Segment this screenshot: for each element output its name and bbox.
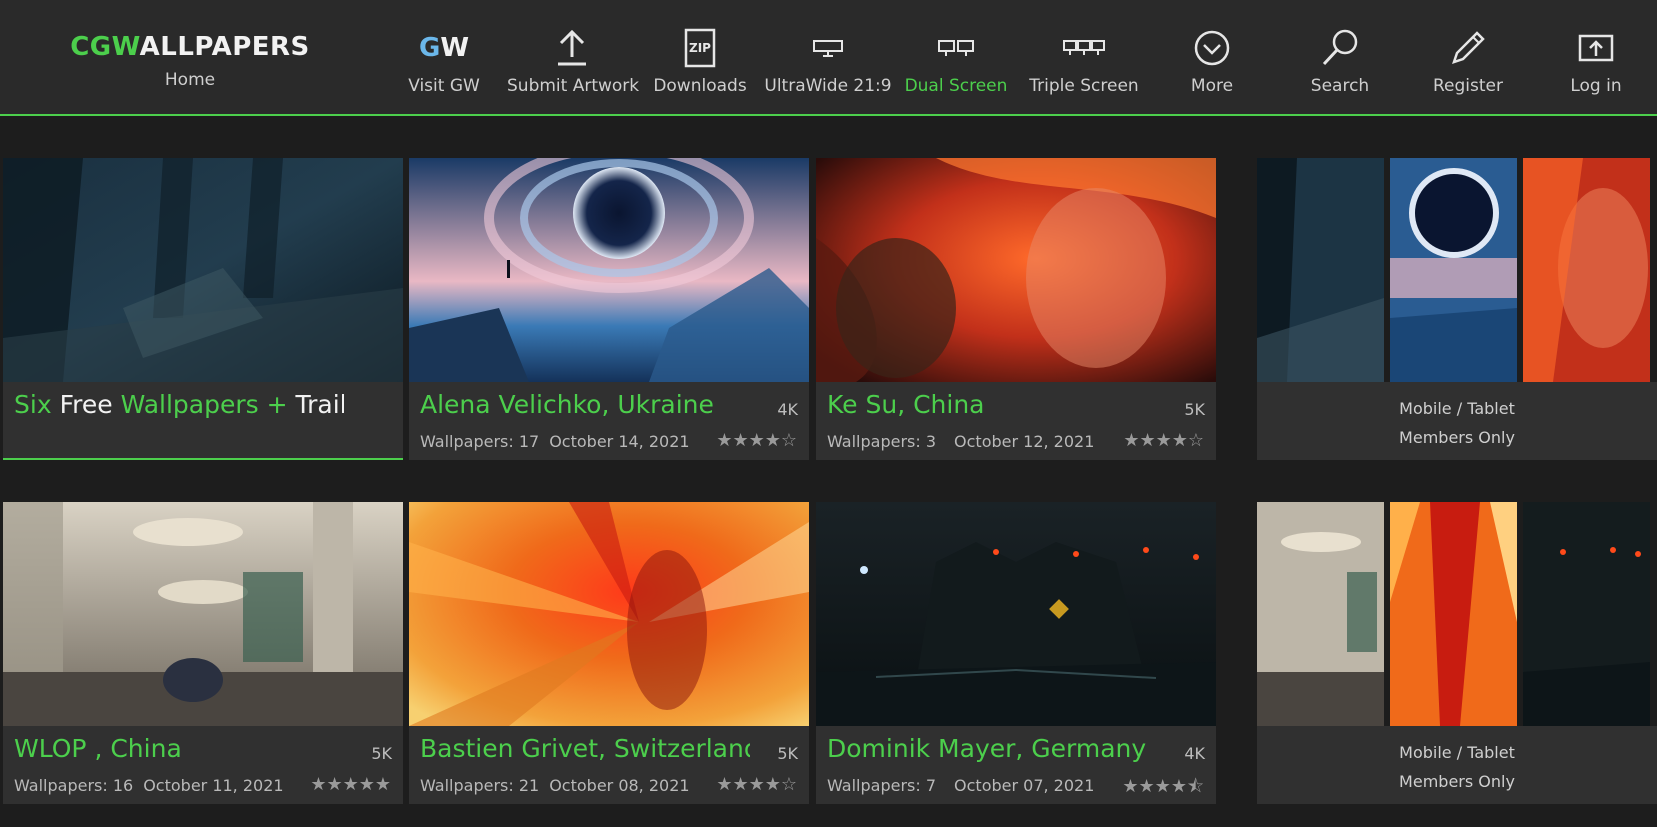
card-meta: Wallpapers: 3 October 12, 2021: [827, 432, 1094, 451]
resolution-badge: 4K: [1184, 744, 1205, 763]
mobile-preview-strip[interactable]: [1257, 158, 1657, 382]
mobile-tablet-card[interactable]: Mobile / Tablet Members Only: [1257, 502, 1657, 804]
mobile-thumbnail: [1523, 158, 1650, 382]
nav-search[interactable]: Search: [1275, 28, 1405, 96]
nav-visit-gw[interactable]: GW Visit GW: [379, 28, 509, 96]
featured-card[interactable]: Six Free Wallpapers + Trail...: [3, 158, 403, 460]
nav-downloads[interactable]: ZIP Downloads: [635, 28, 765, 96]
card-title[interactable]: Bastien Grivet, Switzerland: [420, 734, 750, 763]
card-meta: Wallpapers: 21 October 08, 2021: [420, 776, 690, 795]
card-info: Dominik Mayer, Germany 4K Wallpapers: 7 O…: [816, 726, 1216, 804]
logo-home-link[interactable]: CGWALLPAPERS Home: [70, 32, 310, 90]
star-rating: ★★★★☆: [716, 774, 797, 795]
nav-login[interactable]: Log in: [1531, 28, 1657, 96]
card-info: Ke Su, China 5K Wallpapers: 3 October 12,…: [816, 382, 1216, 460]
login-icon: [1531, 28, 1657, 68]
star-rating: ★★★★★: [310, 774, 391, 795]
top-navigation: CGWALLPAPERS Home GW Visit GW Submit Art…: [0, 0, 1657, 116]
monitor-icon: [763, 28, 893, 68]
wallpaper-card[interactable]: Dominik Mayer, Germany 4K Wallpapers: 7 O…: [816, 502, 1216, 804]
mobile-label: Mobile / Tablet: [1399, 743, 1515, 762]
wallpaper-thumbnail[interactable]: [3, 158, 403, 382]
resolution-badge: 5K: [1184, 400, 1205, 419]
card-meta: Wallpapers: 16 October 11, 2021: [14, 776, 284, 795]
wallpaper-thumbnail[interactable]: [409, 158, 809, 382]
members-only-label: Members Only: [1399, 772, 1515, 791]
nav-submit-artwork[interactable]: Submit Artwork: [507, 28, 639, 96]
wallpaper-card[interactable]: Ke Su, China 5K Wallpapers: 3 October 12,…: [816, 158, 1216, 460]
mobile-label: Mobile / Tablet: [1399, 399, 1515, 418]
star-rating: ★★★★☆: [1123, 430, 1204, 451]
mobile-info: Mobile / Tablet Members Only: [1257, 726, 1657, 804]
card-title[interactable]: Alena Velichko, Ukraine: [420, 390, 750, 419]
mobile-thumbnail: [1257, 158, 1384, 382]
triple-monitor-icon: [1019, 28, 1149, 68]
card-date: October 14, 2021: [549, 432, 690, 451]
nav-home[interactable]: Home: [70, 70, 310, 90]
card-meta: Wallpapers: 7 October 07, 2021: [827, 776, 1094, 795]
card-title[interactable]: Ke Su, China: [827, 390, 1157, 419]
resolution-badge: 5K: [371, 744, 392, 763]
nav-triple-screen[interactable]: Triple Screen: [1019, 28, 1149, 96]
mobile-tablet-card[interactable]: Mobile / Tablet Members Only: [1257, 158, 1657, 460]
wallpaper-count: Wallpapers: 3: [827, 432, 937, 451]
mobile-preview-strip[interactable]: [1257, 502, 1657, 726]
card-title[interactable]: Dominik Mayer, Germany: [827, 734, 1157, 763]
nav-more[interactable]: More: [1147, 28, 1277, 96]
zip-icon: ZIP: [635, 28, 765, 68]
pencil-icon: [1403, 28, 1533, 68]
wallpaper-thumbnail[interactable]: [816, 158, 1216, 382]
card-date: October 11, 2021: [143, 776, 284, 795]
mobile-info: Mobile / Tablet Members Only: [1257, 382, 1657, 460]
site-logo[interactable]: CGWALLPAPERS: [70, 32, 310, 62]
wallpaper-card[interactable]: WLOP , China 5K Wallpapers: 16 October 11…: [3, 502, 403, 804]
dual-monitor-icon: [891, 28, 1021, 68]
card-date: October 08, 2021: [549, 776, 690, 795]
card-date: October 07, 2021: [954, 776, 1095, 795]
gw-logo-icon: GW: [418, 33, 470, 63]
wallpaper-card[interactable]: Bastien Grivet, Switzerland 5K Wallpaper…: [409, 502, 809, 804]
mobile-thumbnail: [1523, 502, 1650, 726]
nav-dual-screen[interactable]: Dual Screen: [891, 28, 1021, 96]
wallpaper-count: Wallpapers: 7: [827, 776, 937, 795]
chevron-circle-icon: [1147, 28, 1277, 68]
nav-register[interactable]: Register: [1403, 28, 1533, 96]
card-title[interactable]: WLOP , China: [14, 734, 344, 763]
card-info: Six Free Wallpapers + Trail...: [3, 382, 403, 460]
nav-ultrawide[interactable]: UltraWide 21:9: [763, 28, 893, 96]
wallpaper-count: Wallpapers: 21: [420, 776, 540, 795]
upload-icon: [507, 28, 637, 68]
wallpaper-thumbnail[interactable]: [409, 502, 809, 726]
card-title[interactable]: Six Free Wallpapers + Trail...: [14, 390, 344, 419]
members-only-label: Members Only: [1399, 428, 1515, 447]
card-info: WLOP , China 5K Wallpapers: 16 October 11…: [3, 726, 403, 804]
star-rating: ★★★★☆: [716, 430, 797, 451]
wallpaper-card[interactable]: Alena Velichko, Ukraine 4K Wallpapers: 1…: [409, 158, 809, 460]
mobile-thumbnail: [1390, 158, 1517, 382]
card-info: Bastien Grivet, Switzerland 5K Wallpaper…: [409, 726, 809, 804]
wallpaper-count: Wallpapers: 17: [420, 432, 540, 451]
card-date: October 12, 2021: [954, 432, 1095, 451]
wallpaper-count: Wallpapers: 16: [14, 776, 134, 795]
mobile-thumbnail: [1390, 502, 1517, 726]
resolution-badge: 4K: [777, 400, 798, 419]
search-icon: [1275, 28, 1405, 68]
card-info: Alena Velichko, Ukraine 4K Wallpapers: 1…: [409, 382, 809, 460]
resolution-badge: 5K: [777, 744, 798, 763]
card-meta: Wallpapers: 17 October 14, 2021: [420, 432, 690, 451]
star-rating: ★★★★⯪: [1122, 776, 1204, 797]
mobile-thumbnail: [1257, 502, 1384, 726]
svg-text:ZIP: ZIP: [689, 41, 711, 55]
wallpaper-thumbnail[interactable]: [816, 502, 1216, 726]
wallpaper-thumbnail[interactable]: [3, 502, 403, 726]
